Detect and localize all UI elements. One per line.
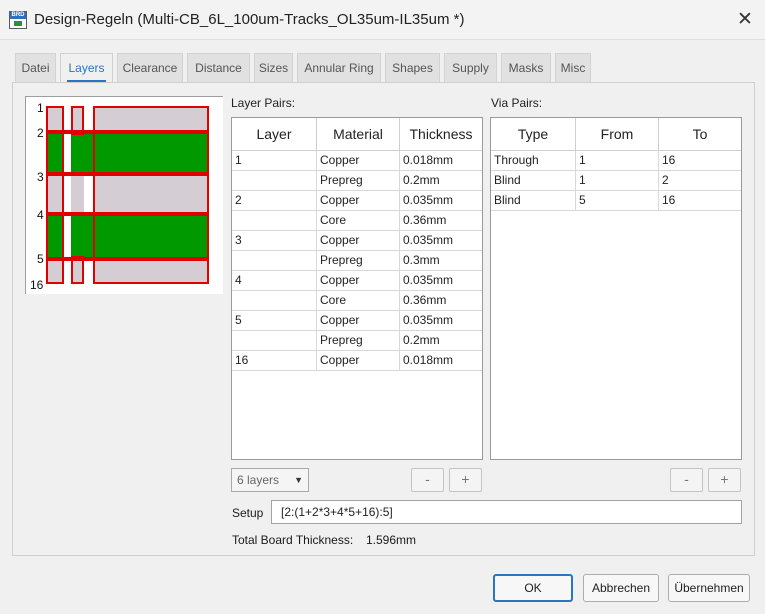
table-cell[interactable]: 0.36mm	[400, 291, 482, 311]
table-cell[interactable]: 0.035mm	[400, 311, 482, 331]
tab-datei[interactable]: Datei	[15, 53, 56, 82]
cancel-button[interactable]: Abbrechen	[583, 574, 659, 602]
close-icon[interactable]: ✕	[733, 9, 757, 31]
remove-via-button[interactable]: -	[670, 468, 703, 492]
plane-mid-4	[71, 214, 208, 259]
table-cell[interactable]: 1	[232, 151, 317, 171]
table-cell[interactable]: 0.018mm	[400, 151, 482, 171]
stackup-layer-label: 3	[37, 170, 44, 184]
tab-misc[interactable]: Misc	[555, 53, 591, 82]
table-cell[interactable]: Copper	[317, 151, 400, 171]
copper-line-3	[46, 172, 208, 176]
layer-stackup-diagram[interactable]: 1 2 3 4 5 16	[25, 96, 223, 294]
table-cell[interactable]: Prepreg	[317, 331, 400, 351]
table-cell[interactable]	[232, 211, 317, 231]
column-header-type[interactable]: Type	[491, 118, 576, 151]
total-thickness-label: Total Board Thickness:	[232, 533, 354, 547]
table-cell[interactable]: 1	[576, 151, 659, 171]
table-cell[interactable]: Copper	[317, 351, 400, 371]
table-cell[interactable]: Through	[491, 151, 576, 171]
table-cell[interactable]: Copper	[317, 271, 400, 291]
plane-left-2	[46, 132, 63, 174]
table-cell[interactable]: Core	[317, 211, 400, 231]
table-cell[interactable]: 5	[576, 191, 659, 211]
remove-layer-button[interactable]: -	[411, 468, 444, 492]
table-cell[interactable]: Copper	[317, 191, 400, 211]
table-cell[interactable]: 0.2mm	[400, 331, 482, 351]
tab-annular-ring[interactable]: Annular Ring	[297, 53, 381, 82]
via-pairs-table[interactable]: Type From To Through 1 16 Blind 1 2 Blind 5 16	[490, 117, 742, 460]
setup-label: Setup	[232, 506, 264, 520]
copper-line-2	[46, 130, 208, 134]
stackup-graphic: 1 2 3 4 5 16	[30, 101, 209, 292]
table-cell[interactable]: 0.36mm	[400, 211, 482, 231]
table-cell[interactable]: 5	[232, 311, 317, 331]
layer-count-select[interactable]: 6 layers ▼	[231, 468, 309, 492]
table-cell[interactable]: 2	[232, 191, 317, 211]
table-cell[interactable]: 0.035mm	[400, 271, 482, 291]
tab-clearance[interactable]: Clearance	[117, 53, 183, 82]
table-cell[interactable]: Prepreg	[317, 251, 400, 271]
app-icon-label: BRD	[10, 12, 26, 19]
plane-left-4	[46, 214, 63, 259]
column-header-from[interactable]: From	[576, 118, 659, 151]
window-title: Design-Regeln (Multi-CB_6L_100um-Tracks_…	[34, 11, 465, 28]
stackup-layer-label: 5	[37, 252, 44, 266]
copper-line-4	[46, 212, 208, 216]
copper-line-5	[46, 257, 208, 261]
table-cell[interactable]	[232, 291, 317, 311]
ok-button[interactable]: OK	[493, 574, 573, 602]
brd-app-icon: BRD	[9, 11, 27, 29]
tab-supply[interactable]: Supply	[444, 53, 497, 82]
app-icon-chip	[14, 21, 22, 26]
title-bar: BRD Design-Regeln (Multi-CB_6L_100um-Tra…	[0, 0, 765, 40]
chevron-down-icon: ▼	[294, 475, 303, 485]
table-cell[interactable]: 0.035mm	[400, 191, 482, 211]
table-cell[interactable]	[232, 331, 317, 351]
table-cell[interactable]: 2	[659, 171, 741, 191]
tab-sizes[interactable]: Sizes	[254, 53, 293, 82]
table-cell[interactable]	[232, 171, 317, 191]
table-cell[interactable]: Blind	[491, 171, 576, 191]
table-cell[interactable]: 0.018mm	[400, 351, 482, 371]
column-header-material[interactable]: Material	[317, 118, 400, 151]
table-cell[interactable]: 16	[659, 191, 741, 211]
plane-mid-2	[71, 132, 208, 174]
stackup-layer-label: 1	[37, 101, 44, 115]
table-cell[interactable]: 3	[232, 231, 317, 251]
table-cell[interactable]: Copper	[317, 231, 400, 251]
stackup-layer-label: 4	[37, 208, 44, 222]
tab-distance[interactable]: Distance	[187, 53, 250, 82]
table-cell[interactable]: 0.2mm	[400, 171, 482, 191]
stackup-layer-label: 16	[30, 278, 44, 292]
setup-input[interactable]: [2:(1+2*3+4*5+16):5]	[271, 500, 742, 524]
table-cell[interactable]: 0.035mm	[400, 231, 482, 251]
table-cell[interactable]: 16	[232, 351, 317, 371]
table-cell[interactable]: Blind	[491, 191, 576, 211]
add-via-button[interactable]: +	[708, 468, 741, 492]
table-cell[interactable]: Prepreg	[317, 171, 400, 191]
table-cell[interactable]: 16	[659, 151, 741, 171]
via-pairs-label: Via Pairs:	[491, 96, 543, 110]
tab-layers[interactable]: Layers	[60, 53, 113, 82]
column-header-thickness[interactable]: Thickness	[400, 118, 482, 151]
add-layer-button[interactable]: +	[449, 468, 482, 492]
layer-pairs-table[interactable]: Layer Material Thickness 1 Copper 0.018mm P…	[231, 117, 483, 460]
layer-count-value: 6 layers	[237, 473, 280, 487]
table-cell[interactable]: Core	[317, 291, 400, 311]
tab-shapes[interactable]: Shapes	[385, 53, 440, 82]
stackup-layer-label: 2	[37, 126, 44, 140]
column-header-layer[interactable]: Layer	[232, 118, 317, 151]
table-cell[interactable]: Copper	[317, 311, 400, 331]
column-header-to[interactable]: To	[659, 118, 741, 151]
table-cell[interactable]: 4	[232, 271, 317, 291]
table-cell[interactable]: 1	[576, 171, 659, 191]
layer-pairs-label: Layer Pairs:	[231, 96, 296, 110]
total-thickness-value: 1.596mm	[366, 533, 417, 547]
apply-button[interactable]: Übernehmen	[668, 574, 750, 602]
table-cell[interactable]	[232, 251, 317, 271]
tab-masks[interactable]: Masks	[501, 53, 551, 82]
table-cell[interactable]: 0.3mm	[400, 251, 482, 271]
